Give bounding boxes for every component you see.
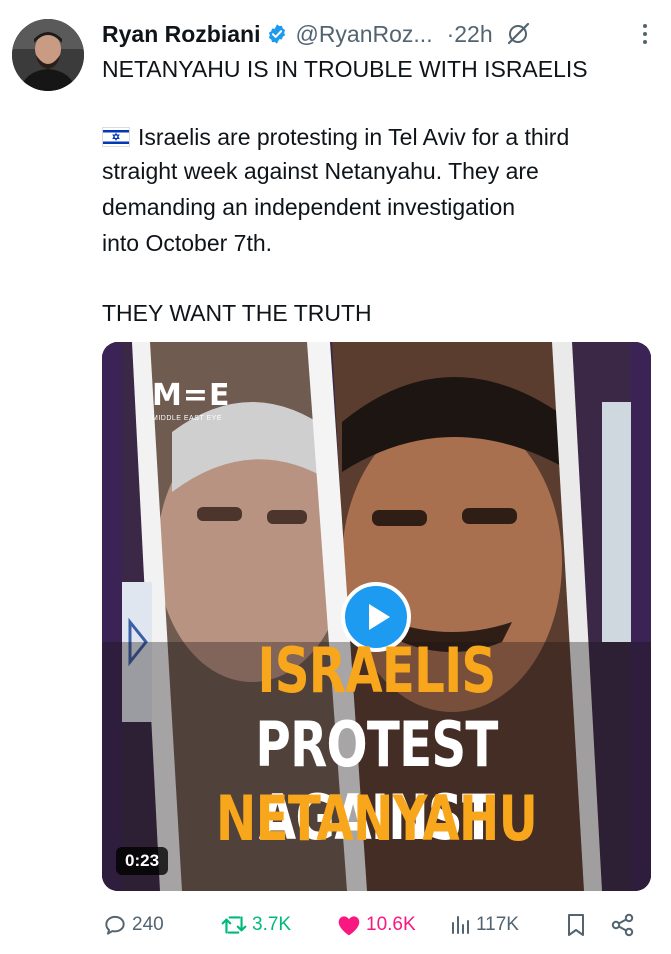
grok-icon[interactable] <box>505 21 531 47</box>
repost-icon <box>221 916 247 934</box>
media-logo: M=E MIDDLE EAST EYE <box>152 378 230 422</box>
video-headline-line: ISRAELIS <box>257 634 497 707</box>
repost-button[interactable]: 3.7K <box>220 905 291 945</box>
reply-count: 240 <box>132 914 164 935</box>
more-icon[interactable] <box>641 22 649 46</box>
like-count: 10.6K <box>366 914 416 935</box>
like-icon <box>338 916 360 936</box>
video-duration: 0:23 <box>116 847 169 875</box>
tweet-text: Israelis are protesting in Tel Aviv for … <box>138 124 570 150</box>
view-count: 117K <box>476 914 519 935</box>
avatar[interactable] <box>12 19 84 91</box>
action-bar: 240 3.7K 10.6K 117K <box>102 905 651 945</box>
israel-flag-icon <box>102 127 130 147</box>
repost-count: 3.7K <box>252 914 292 935</box>
verified-badge-icon <box>266 23 288 45</box>
logo-subtitle: MIDDLE EAST EYE <box>152 415 223 422</box>
views-button[interactable]: 117K <box>448 905 519 945</box>
handle[interactable]: @RyanRoz... <box>295 21 432 48</box>
tweet-text-line: straight week against Netanyahu. They ar… <box>102 158 539 184</box>
video-player[interactable]: M=E MIDDLE EAST EYE ISRAELIS PROTEST AGA… <box>102 342 651 891</box>
views-icon <box>452 916 469 934</box>
tweet-header: Ryan Rozbiani @RyanRoz... ·22h <box>102 14 657 54</box>
bookmark-icon <box>568 914 584 936</box>
display-name[interactable]: Ryan Rozbiani <box>102 21 260 48</box>
reply-icon <box>105 915 125 935</box>
timestamp[interactable]: ·22h <box>447 21 493 48</box>
share-button[interactable] <box>610 905 640 945</box>
reply-button[interactable]: 240 <box>102 905 164 945</box>
video-headline-line: NETANYAHU <box>215 782 538 855</box>
like-button[interactable]: 10.6K <box>336 905 416 945</box>
tweet-text-line: NETANYAHU IS IN TROUBLE WITH ISRAELIS <box>102 56 588 82</box>
tweet-text-line: Israelis are protesting in Tel Aviv for … <box>102 120 569 154</box>
tweet-text-line: THEY WANT THE TRUTH <box>102 300 372 326</box>
tweet-text-line: demanding an independent investigation <box>102 194 516 220</box>
share-icon <box>611 913 634 937</box>
logo-mark: M=E <box>152 378 231 413</box>
tweet-text-line: into October 7th. <box>102 230 273 256</box>
bookmark-button[interactable] <box>564 905 592 945</box>
